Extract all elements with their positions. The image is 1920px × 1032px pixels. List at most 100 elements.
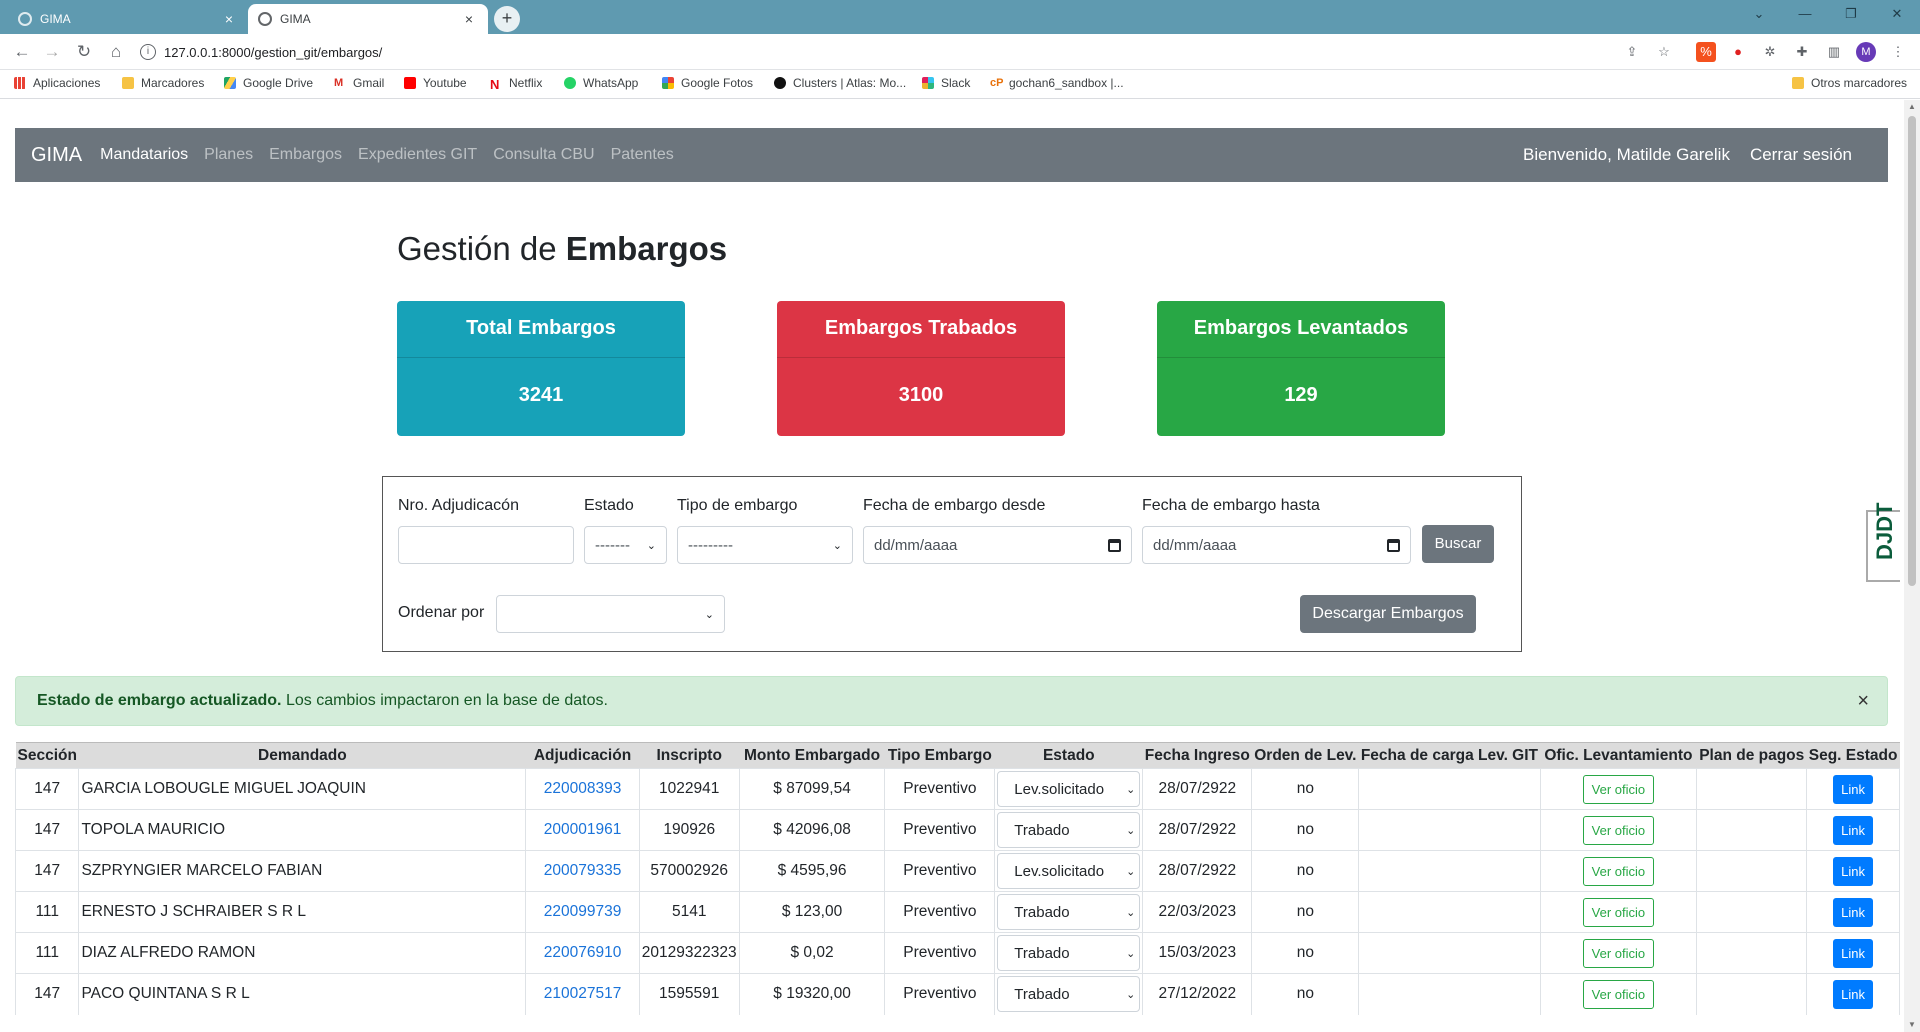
window-close-icon[interactable]: ✕ — [1874, 6, 1920, 22]
nav-link-consulta-cbu[interactable]: Consulta CBU — [493, 146, 594, 164]
scrollbar-thumb[interactable] — [1908, 116, 1916, 586]
estado-row-select[interactable]: Lev.solicitado ⌄ — [997, 853, 1141, 889]
column-header[interactable]: Ofic. Levantamiento — [1540, 742, 1697, 769]
bookmark-sandbox[interactable]: cP gochan6_sandbox |... — [990, 76, 1124, 90]
tab-search-icon[interactable]: ⌄ — [1736, 6, 1782, 22]
forward-icon[interactable]: → — [40, 40, 64, 64]
column-header[interactable]: Monto Embargado — [739, 742, 885, 769]
opera-icon[interactable]: ● — [1728, 42, 1748, 62]
bookmark-slack[interactable]: Slack — [922, 76, 970, 90]
restore-icon[interactable]: ❐ — [1828, 6, 1874, 22]
adjudicacion-link[interactable]: 220008393 — [544, 780, 622, 797]
cell-orden-lev: no — [1251, 891, 1360, 933]
nav-link-planes[interactable]: Planes — [204, 146, 253, 164]
bookmark-gmail[interactable]: M Gmail — [334, 76, 384, 90]
bookmark-fotos[interactable]: Google Fotos — [662, 76, 753, 90]
column-header[interactable]: Adjudicación — [525, 742, 640, 769]
column-header[interactable]: Demandado — [78, 742, 526, 769]
reload-icon[interactable]: ↻ — [72, 40, 96, 64]
estado-row-select[interactable]: Lev.solicitado ⌄ — [997, 771, 1141, 807]
tipo-embargo-select[interactable]: --------- ⌄ — [677, 526, 853, 564]
bookmark-whatsapp[interactable]: WhatsApp — [564, 76, 638, 90]
adjudicacion-link[interactable]: 200001961 — [544, 821, 622, 838]
calendar-icon[interactable] — [1108, 538, 1121, 552]
settings-extension-icon[interactable]: ✲ — [1760, 42, 1780, 62]
ordenar-select[interactable]: ⌄ — [496, 595, 725, 633]
sidepanel-icon[interactable]: ▥ — [1824, 42, 1844, 62]
ver-oficio-button[interactable]: Ver oficio — [1582, 774, 1655, 804]
share-icon[interactable]: ⇪ — [1622, 42, 1642, 62]
seg-estado-link-button[interactable]: Link — [1833, 897, 1874, 927]
cell-plan-pagos — [1696, 932, 1808, 974]
bookmark-drive[interactable]: Google Drive — [224, 76, 313, 90]
fecha-desde-input[interactable]: dd/mm/aaaa — [863, 526, 1132, 564]
close-icon[interactable]: × — [1857, 690, 1869, 713]
seg-estado-link-button[interactable]: Link — [1833, 774, 1874, 804]
adjudicacion-link[interactable]: 200079335 — [544, 862, 622, 879]
adjudicacion-link[interactable]: 220076910 — [544, 944, 622, 961]
estado-row-select[interactable]: Trabado ⌄ — [997, 935, 1141, 971]
ver-oficio-button[interactable]: Ver oficio — [1582, 815, 1655, 845]
ver-oficio-button[interactable]: Ver oficio — [1582, 897, 1655, 927]
column-header[interactable]: Inscripto — [639, 742, 740, 769]
column-header[interactable]: Fecha de carga Lev. GIT — [1358, 742, 1541, 769]
adjudicacion-link[interactable]: 210027517 — [544, 985, 622, 1002]
scroll-down-icon[interactable]: ▼ — [1908, 1020, 1916, 1029]
browser-tab[interactable]: GIMA × — [8, 4, 248, 34]
bookmark-star-icon[interactable]: ☆ — [1654, 42, 1674, 62]
bookmark-atlas[interactable]: Clusters | Atlas: Mo... — [774, 76, 906, 90]
nav-link-embargos[interactable]: Embargos — [269, 146, 342, 164]
tab-close-icon[interactable]: × — [460, 11, 478, 27]
seg-estado-link-button[interactable]: Link — [1833, 979, 1874, 1009]
scroll-up-icon[interactable]: ▲ — [1908, 102, 1916, 111]
column-header[interactable]: Plan de pagos — [1696, 742, 1807, 769]
estado-row-value: Trabado — [1014, 903, 1070, 921]
adjudicacion-link[interactable]: 220099739 — [544, 903, 622, 920]
nav-link-mandatarios[interactable]: Mandatarios — [100, 146, 188, 164]
logout-link[interactable]: Cerrar sesión — [1750, 145, 1852, 165]
django-debug-toolbar-handle[interactable]: DJDT — [1866, 503, 1900, 582]
estado-select[interactable]: ------- ⌄ — [584, 526, 667, 564]
tab-close-icon[interactable]: × — [220, 11, 238, 27]
site-info-icon[interactable]: i — [140, 44, 156, 60]
profile-avatar[interactable]: M — [1856, 42, 1876, 62]
menu-kebab-icon[interactable]: ⋮ — [1888, 42, 1908, 62]
nav-link-patentes[interactable]: Patentes — [611, 146, 674, 164]
navbar-brand[interactable]: GIMA — [31, 144, 82, 167]
nav-link-expedientes[interactable]: Expedientes GIT — [358, 146, 477, 164]
estado-row-select[interactable]: Trabado ⌄ — [997, 976, 1141, 1013]
calendar-icon[interactable] — [1387, 538, 1400, 552]
bookmark-other[interactable]: Otros marcadores — [1792, 76, 1907, 90]
address-bar[interactable]: i 127.0.0.1:8000/gestion_git/embargos/ — [140, 39, 1740, 65]
column-header[interactable]: Sección — [15, 742, 79, 769]
column-header[interactable]: Tipo Embargo — [884, 742, 995, 769]
ver-oficio-button[interactable]: Ver oficio — [1582, 938, 1655, 968]
seg-estado-link-button[interactable]: Link — [1833, 938, 1874, 968]
estado-row-select[interactable]: Trabado ⌄ — [997, 894, 1141, 930]
bookmark-folder[interactable]: Marcadores — [122, 76, 204, 90]
estado-row-select[interactable]: Trabado ⌄ — [997, 812, 1141, 848]
seg-estado-link-button[interactable]: Link — [1833, 815, 1874, 845]
column-header[interactable]: Orden de Lev. — [1251, 742, 1359, 769]
back-icon[interactable]: ← — [10, 40, 34, 64]
page-scrollbar[interactable]: ▲ ▼ — [1904, 100, 1920, 1032]
column-header[interactable]: Seg. Estado — [1806, 742, 1900, 769]
buscar-button[interactable]: Buscar — [1422, 525, 1494, 563]
minimize-icon[interactable]: — — [1782, 6, 1828, 21]
puzzle-icon[interactable]: ✚ — [1792, 42, 1812, 62]
column-header[interactable]: Estado — [994, 742, 1143, 769]
bookmark-netflix[interactable]: N Netflix — [490, 76, 542, 92]
extension-icon[interactable]: % — [1696, 42, 1716, 62]
seg-estado-link-button[interactable]: Link — [1833, 856, 1874, 886]
browser-tab-active[interactable]: GIMA × — [248, 4, 488, 34]
bookmark-youtube[interactable]: Youtube — [404, 76, 467, 90]
ver-oficio-button[interactable]: Ver oficio — [1582, 979, 1655, 1009]
nro-adjudicacion-input[interactable] — [398, 526, 574, 564]
bookmark-apps[interactable]: Aplicaciones — [14, 76, 100, 90]
descargar-embargos-button[interactable]: Descargar Embargos — [1300, 595, 1476, 633]
column-header[interactable]: Fecha Ingreso — [1142, 742, 1252, 769]
fecha-hasta-input[interactable]: dd/mm/aaaa — [1142, 526, 1411, 564]
home-icon[interactable]: ⌂ — [104, 40, 128, 64]
new-tab-button[interactable]: + — [494, 6, 520, 32]
ver-oficio-button[interactable]: Ver oficio — [1582, 856, 1655, 886]
